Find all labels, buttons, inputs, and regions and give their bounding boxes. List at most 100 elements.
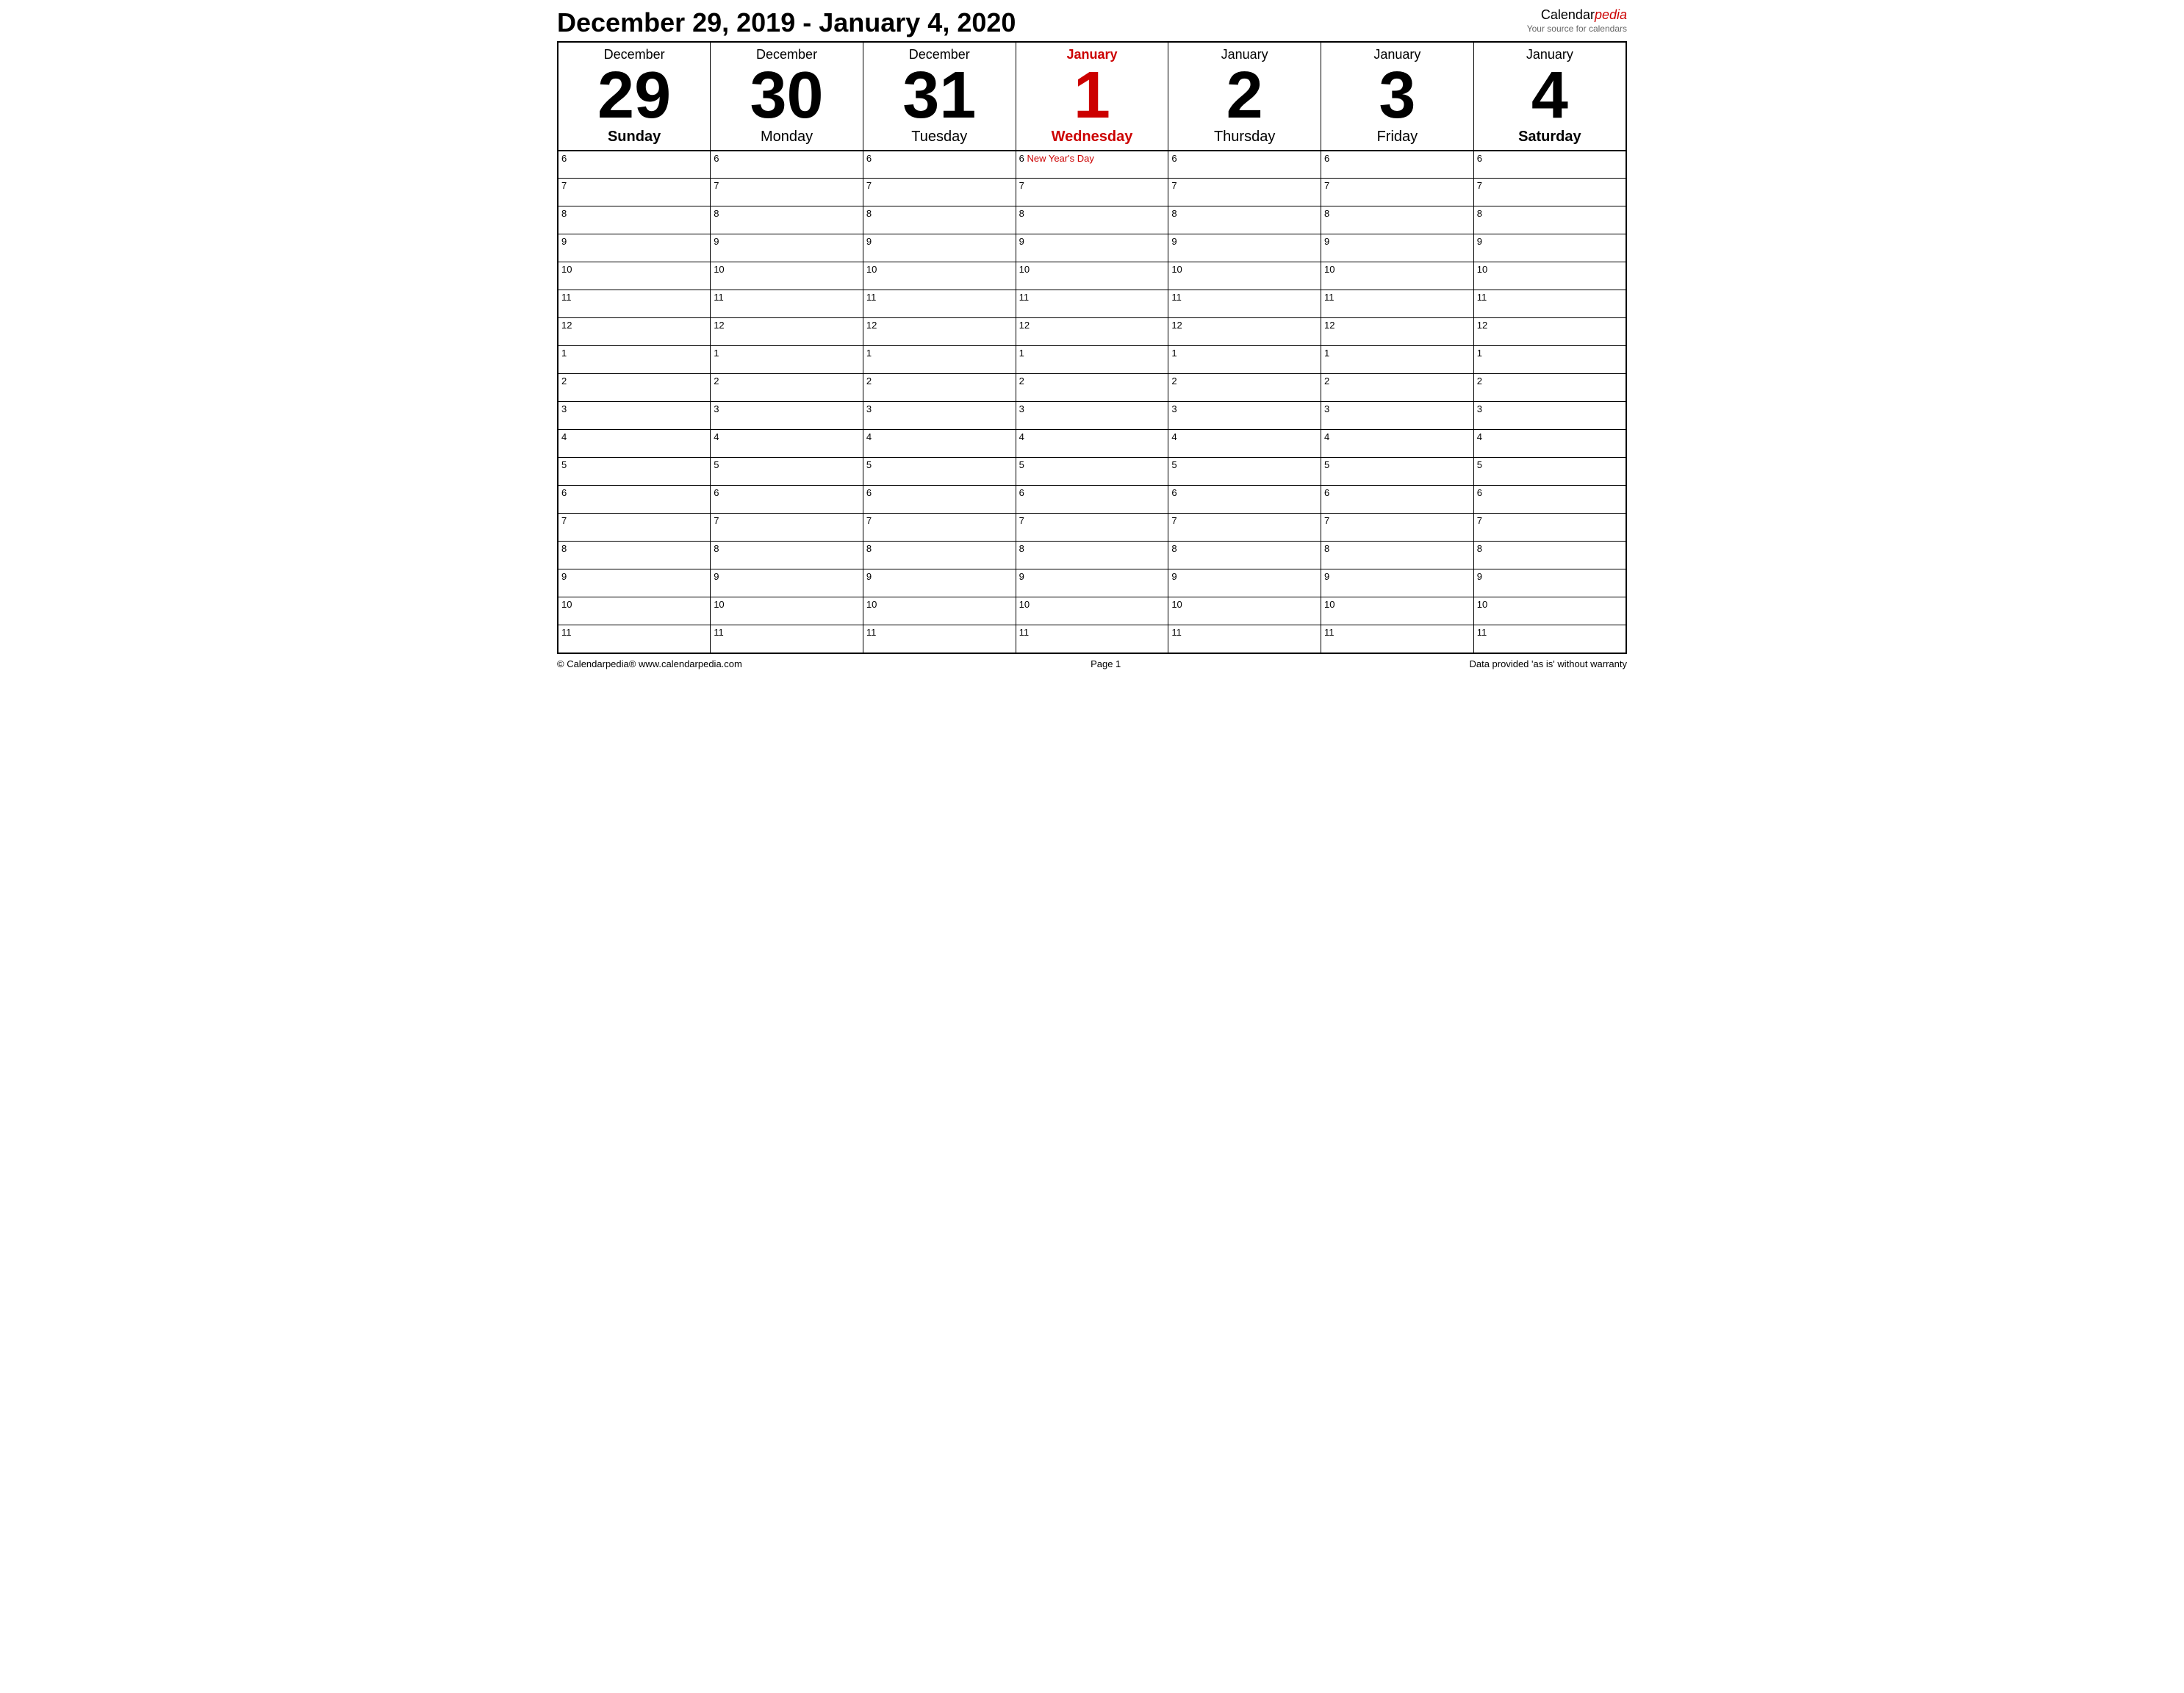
cell-3-5: 9 bbox=[1321, 234, 1474, 262]
time-label-16-3: 10 bbox=[1019, 599, 1030, 610]
time-label-3-6: 9 bbox=[1477, 236, 1482, 247]
logo-pedia: pedia bbox=[1595, 7, 1627, 22]
day-header-0: December29Sunday bbox=[558, 42, 711, 151]
time-label-4-5: 10 bbox=[1324, 264, 1335, 275]
time-label-13-1: 7 bbox=[714, 515, 719, 526]
time-label-8-3: 2 bbox=[1019, 375, 1024, 387]
time-label-7-5: 1 bbox=[1324, 348, 1329, 359]
cell-7-1: 1 bbox=[711, 346, 863, 374]
cell-8-0: 2 bbox=[558, 374, 711, 402]
cell-9-6: 3 bbox=[1473, 402, 1626, 430]
logo-text: Calendarpedia bbox=[1527, 7, 1627, 24]
cell-12-4: 6 bbox=[1168, 486, 1321, 514]
time-row-14: 8888888 bbox=[558, 542, 1626, 569]
cell-9-2: 3 bbox=[863, 402, 1016, 430]
cell-13-5: 7 bbox=[1321, 514, 1474, 542]
cell-17-1: 11 bbox=[711, 625, 863, 653]
time-row-13: 7777777 bbox=[558, 514, 1626, 542]
cell-16-4: 10 bbox=[1168, 597, 1321, 625]
time-row-12: 6666666 bbox=[558, 486, 1626, 514]
time-label-1-5: 7 bbox=[1324, 180, 1329, 191]
time-label-5-2: 11 bbox=[866, 292, 877, 303]
calendar-grid: December29SundayDecember30MondayDecember… bbox=[557, 41, 1627, 654]
cell-1-6: 7 bbox=[1473, 179, 1626, 206]
cell-8-1: 2 bbox=[711, 374, 863, 402]
time-label-13-6: 7 bbox=[1477, 515, 1482, 526]
time-label-7-6: 1 bbox=[1477, 348, 1482, 359]
cell-2-3: 8 bbox=[1016, 206, 1168, 234]
time-label-7-4: 1 bbox=[1171, 348, 1177, 359]
cell-10-6: 4 bbox=[1473, 430, 1626, 458]
time-row-17: 11111111111111 bbox=[558, 625, 1626, 653]
time-label-13-3: 7 bbox=[1019, 515, 1024, 526]
time-label-2-4: 8 bbox=[1171, 208, 1177, 219]
cell-1-0: 7 bbox=[558, 179, 711, 206]
time-row-15: 9999999 bbox=[558, 569, 1626, 597]
cell-8-6: 2 bbox=[1473, 374, 1626, 402]
time-label-15-0: 9 bbox=[561, 571, 567, 582]
holiday-label-0: New Year's Day bbox=[1024, 153, 1094, 164]
day-name-4: Thursday bbox=[1171, 129, 1318, 145]
day-name-6: Saturday bbox=[1477, 129, 1623, 145]
day-header-6: January4Saturday bbox=[1473, 42, 1626, 151]
cell-9-0: 3 bbox=[558, 402, 711, 430]
time-label-10-5: 4 bbox=[1324, 431, 1329, 442]
cell-15-1: 9 bbox=[711, 569, 863, 597]
time-row-1: 7777777 bbox=[558, 179, 1626, 206]
cell-4-2: 10 bbox=[863, 262, 1016, 290]
time-row-11: 5555555 bbox=[558, 458, 1626, 486]
cell-13-6: 7 bbox=[1473, 514, 1626, 542]
time-label-16-0: 10 bbox=[561, 599, 572, 610]
cell-12-5: 6 bbox=[1321, 486, 1474, 514]
time-label-5-5: 11 bbox=[1324, 292, 1335, 303]
cell-8-5: 2 bbox=[1321, 374, 1474, 402]
cell-3-2: 9 bbox=[863, 234, 1016, 262]
time-label-16-2: 10 bbox=[866, 599, 877, 610]
day-header-row: December29SundayDecember30MondayDecember… bbox=[558, 42, 1626, 151]
cell-16-1: 10 bbox=[711, 597, 863, 625]
time-label-2-0: 8 bbox=[561, 208, 567, 219]
cell-4-3: 10 bbox=[1016, 262, 1168, 290]
day-number-3: 1 bbox=[1019, 62, 1165, 129]
time-label-12-4: 6 bbox=[1171, 487, 1177, 498]
cell-0-6: 6 bbox=[1473, 151, 1626, 179]
cell-2-5: 8 bbox=[1321, 206, 1474, 234]
cell-7-4: 1 bbox=[1168, 346, 1321, 374]
main-title: December 29, 2019 - January 4, 2020 bbox=[557, 7, 1016, 38]
time-label-15-1: 9 bbox=[714, 571, 719, 582]
page: December 29, 2019 - January 4, 2020 Cale… bbox=[546, 0, 1638, 684]
cell-6-1: 12 bbox=[711, 318, 863, 346]
cell-16-2: 10 bbox=[863, 597, 1016, 625]
time-row-6: 12121212121212 bbox=[558, 318, 1626, 346]
time-label-14-5: 8 bbox=[1324, 543, 1329, 554]
time-row-3: 9999999 bbox=[558, 234, 1626, 262]
day-name-0: Sunday bbox=[561, 129, 707, 145]
time-label-12-5: 6 bbox=[1324, 487, 1329, 498]
cell-17-4: 11 bbox=[1168, 625, 1321, 653]
time-label-11-6: 5 bbox=[1477, 459, 1482, 470]
time-label-8-6: 2 bbox=[1477, 375, 1482, 387]
time-label-6-4: 12 bbox=[1171, 320, 1182, 331]
cell-7-0: 1 bbox=[558, 346, 711, 374]
cell-4-6: 10 bbox=[1473, 262, 1626, 290]
cell-11-4: 5 bbox=[1168, 458, 1321, 486]
time-label-3-2: 9 bbox=[866, 236, 872, 247]
time-label-7-3: 1 bbox=[1019, 348, 1024, 359]
time-label-9-4: 3 bbox=[1171, 403, 1177, 414]
time-label-0-4: 6 bbox=[1171, 153, 1177, 164]
footer-left: © Calendarpedia® www.calendarpedia.com bbox=[557, 658, 742, 669]
cell-9-1: 3 bbox=[711, 402, 863, 430]
cell-2-2: 8 bbox=[863, 206, 1016, 234]
time-label-4-6: 10 bbox=[1477, 264, 1487, 275]
day-name-3: Wednesday bbox=[1019, 129, 1165, 145]
cell-9-3: 3 bbox=[1016, 402, 1168, 430]
day-header-3: January1Wednesday bbox=[1016, 42, 1168, 151]
cell-11-3: 5 bbox=[1016, 458, 1168, 486]
cell-17-3: 11 bbox=[1016, 625, 1168, 653]
time-label-8-4: 2 bbox=[1171, 375, 1177, 387]
time-label-13-2: 7 bbox=[866, 515, 872, 526]
time-label-11-5: 5 bbox=[1324, 459, 1329, 470]
time-label-9-2: 3 bbox=[866, 403, 872, 414]
time-label-1-6: 7 bbox=[1477, 180, 1482, 191]
time-label-15-4: 9 bbox=[1171, 571, 1177, 582]
